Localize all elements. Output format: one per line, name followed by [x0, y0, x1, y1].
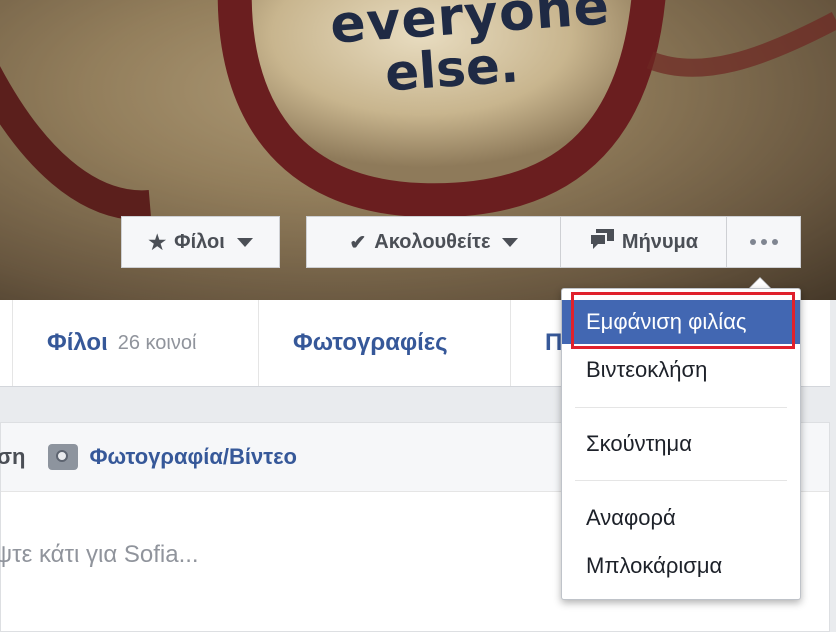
- following-button[interactable]: ✔ Ακολουθείτε: [306, 216, 561, 268]
- highlight-annotation: [571, 292, 795, 349]
- following-button-label: Ακολουθείτε: [374, 230, 491, 253]
- chevron-down-icon: [502, 237, 519, 247]
- more-options-button[interactable]: [726, 216, 801, 268]
- tab-friends[interactable]: Φίλοι 26 κοινοί: [12, 300, 258, 386]
- status-tab-fragment[interactable]: ση: [0, 444, 26, 470]
- checkmark-icon: ✔: [349, 231, 367, 254]
- tab-photos[interactable]: Φωτογραφίες: [258, 300, 510, 386]
- tab-friends-label: Φίλοι: [47, 329, 108, 356]
- menu-item-video-call[interactable]: Βιντεοκλήση: [562, 348, 800, 392]
- star-icon: ★: [148, 231, 167, 254]
- camera-icon: [47, 444, 78, 470]
- composer-input[interactable]: ψτε κάτι για Sofia...: [0, 541, 199, 569]
- menu-item-block[interactable]: Μπλοκάρισμα: [562, 544, 800, 588]
- more-dots-icon: [749, 239, 778, 245]
- message-button[interactable]: Μήνυμα: [560, 216, 727, 268]
- tab-more-label: Π: [545, 329, 563, 356]
- menu-item-poke[interactable]: Σκούντημα: [562, 422, 800, 466]
- menu-divider: [575, 480, 787, 481]
- cover-text-line2: else.: [383, 35, 521, 103]
- friends-button-label: Φίλοι: [174, 230, 225, 253]
- message-icon: [588, 229, 614, 255]
- photo-video-button[interactable]: Φωτογραφία/Βίντεο: [90, 444, 297, 470]
- message-button-label: Μήνυμα: [621, 230, 699, 253]
- mutual-friends-count: 26 κοινοί: [117, 331, 197, 354]
- friends-button[interactable]: ★ Φίλοι: [121, 216, 280, 268]
- tab-photos-label: Φωτογραφίες: [293, 329, 448, 356]
- chevron-down-icon: [236, 237, 253, 247]
- menu-item-report[interactable]: Αναφορά: [562, 496, 800, 540]
- menu-divider: [575, 407, 787, 408]
